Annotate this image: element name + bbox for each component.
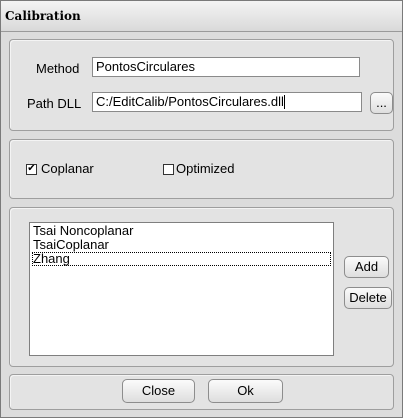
coplanar-label[interactable]: Coplanar: [41, 161, 94, 176]
method-field[interactable]: PontosCirculares: [92, 57, 360, 77]
optimized-label[interactable]: Optimized: [176, 161, 235, 176]
calibration-dialog: Calibration Method PontosCirculares Path…: [0, 0, 403, 418]
path-dll-field[interactable]: C:/EditCalib/PontosCirculares.dll: [92, 92, 362, 112]
method-panel: Method PontosCirculares Path DLL C:/Edit…: [9, 39, 394, 131]
path-dll-value: C:/EditCalib/PontosCirculares.dll: [96, 94, 284, 109]
window-title: Calibration: [5, 9, 81, 23]
browse-button[interactable]: ...: [370, 92, 393, 114]
options-panel: ✔ Coplanar Optimized: [9, 139, 394, 199]
list-item[interactable]: TsaiCoplanar: [32, 238, 331, 252]
ok-button[interactable]: Ok: [208, 379, 283, 403]
list-item[interactable]: Tsai Noncoplanar: [32, 224, 331, 238]
method-label: Method: [36, 61, 80, 76]
delete-button[interactable]: Delete: [344, 287, 392, 309]
method-value: PontosCirculares: [96, 59, 195, 74]
methods-list[interactable]: Tsai Noncoplanar TsaiCoplanar Zhang: [29, 222, 334, 356]
add-button[interactable]: Add: [344, 256, 389, 278]
optimized-checkbox[interactable]: [163, 164, 174, 175]
path-dll-label: Path DLL: [27, 96, 82, 111]
title-bar[interactable]: Calibration: [1, 1, 402, 32]
bottom-panel: Close Ok: [9, 374, 394, 410]
close-button[interactable]: Close: [122, 379, 195, 403]
methods-panel: Tsai Noncoplanar TsaiCoplanar Zhang Add …: [9, 207, 394, 367]
text-caret: [283, 95, 285, 109]
coplanar-checkbox[interactable]: ✔: [26, 164, 37, 175]
list-item-selected[interactable]: Zhang: [32, 252, 331, 266]
